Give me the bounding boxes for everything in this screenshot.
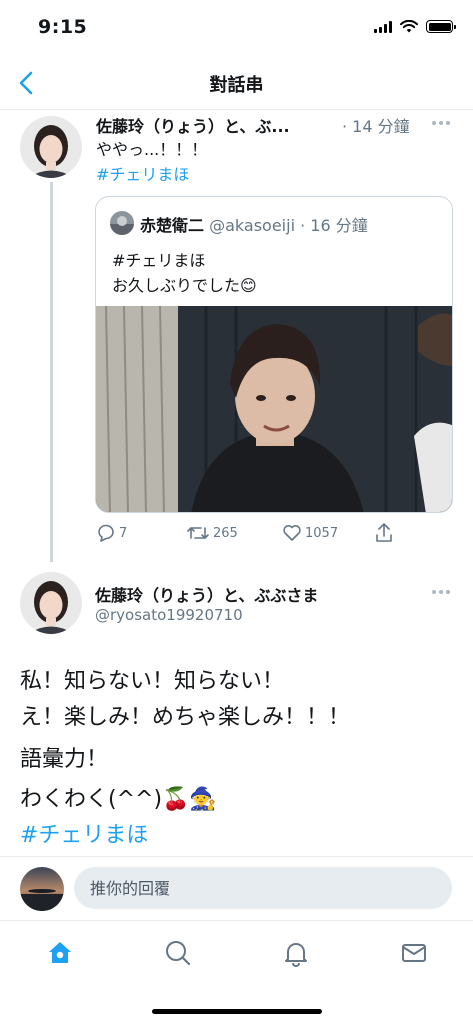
status-time: 9:15 [38,16,88,38]
battery-icon [426,20,456,33]
video-frame-image [96,306,452,512]
more-icon[interactable] [432,121,450,125]
avatar-image [110,211,134,235]
like-count: 1057 [305,525,339,541]
quoted-avatar [110,211,134,235]
main-tweet-hashtag[interactable]: #チェリまほ [20,818,148,854]
home-icon [49,942,71,963]
quoted-text: お久しぶりでした😊 [112,276,257,295]
quoted-header: 赤楚衛二 @akasoeiji · 16 分鐘 [140,212,368,236]
reply-bar [0,856,473,920]
retweet-button[interactable]: 265 [186,523,238,543]
tab-messages[interactable] [396,935,432,971]
more-icon[interactable] [432,590,450,594]
main-tweet-line: 私！知らない！知らない！ [20,669,285,694]
home-indicator [152,1009,322,1014]
bell-icon [285,943,307,967]
quoted-hashtag: #チェリまほ [112,251,206,270]
avatar-image [20,116,82,178]
like-button[interactable]: 1057 [282,523,338,543]
retweet-count: 265 [213,525,238,541]
avatar-image [20,572,82,634]
tweet1-actions: 7 265 1057 [96,521,416,547]
tweet1-hashtag[interactable]: #チェリまほ [96,161,189,185]
share-icon [376,523,392,542]
page-title: 對話串 [209,75,264,96]
tab-notifications[interactable] [278,935,314,971]
tab-search[interactable] [160,935,196,971]
status-icons [374,20,456,33]
retweet-icon [187,527,209,539]
share-button[interactable] [374,522,394,544]
main-tweet-line: わくわく(^^)🍒🧙 [20,787,217,812]
signal-icon [374,20,392,33]
comment-icon [98,524,114,542]
tweet1-time: · 14 分鐘 [342,117,410,136]
main-tweet-line: え！楽しみ！めちゃ楽しみ！！！ [20,705,351,730]
tweet1-text: ややっ...！！！ [96,140,208,159]
quoted-video-thumbnail[interactable] [96,306,452,512]
main-tweet-author-name[interactable]: 佐藤玲（りょう）と、ぶぶさま [95,582,318,606]
quoted-handle-time: @akasoeiji · 16 分鐘 [209,216,368,235]
tab-home[interactable] [42,935,78,971]
heart-icon [283,525,301,541]
my-avatar[interactable] [20,867,64,911]
nav-header: 對話串 [0,58,473,110]
main-tweet-avatar[interactable] [20,572,82,634]
mail-icon [402,944,426,962]
wifi-icon [400,20,418,33]
tweet1-avatar[interactable] [20,116,82,178]
search-icon [166,941,191,966]
tweet1-author-name[interactable]: 佐藤玲（りょう）と、ぶ... [96,113,290,137]
status-bar: 9:15 [0,0,473,58]
quoted-author-name: 赤楚衛二 [140,216,205,235]
tab-bar [0,920,473,1024]
main-tweet-line: 語彙力！ [20,747,109,772]
reply-input[interactable] [74,867,452,909]
quoted-tweet-card[interactable]: 赤楚衛二 @akasoeiji · 16 分鐘 #チェリまほ お久しぶりでした😊 [95,196,453,513]
avatar-image [20,867,64,911]
reply-count: 7 [119,525,128,541]
tweet1-header: 佐藤玲（りょう）と、ぶ... · 14 分鐘 [96,113,456,137]
reply-button[interactable]: 7 [96,523,127,543]
main-tweet-handle[interactable]: @ryosato19920710 [95,606,243,624]
thread-line [50,182,53,562]
